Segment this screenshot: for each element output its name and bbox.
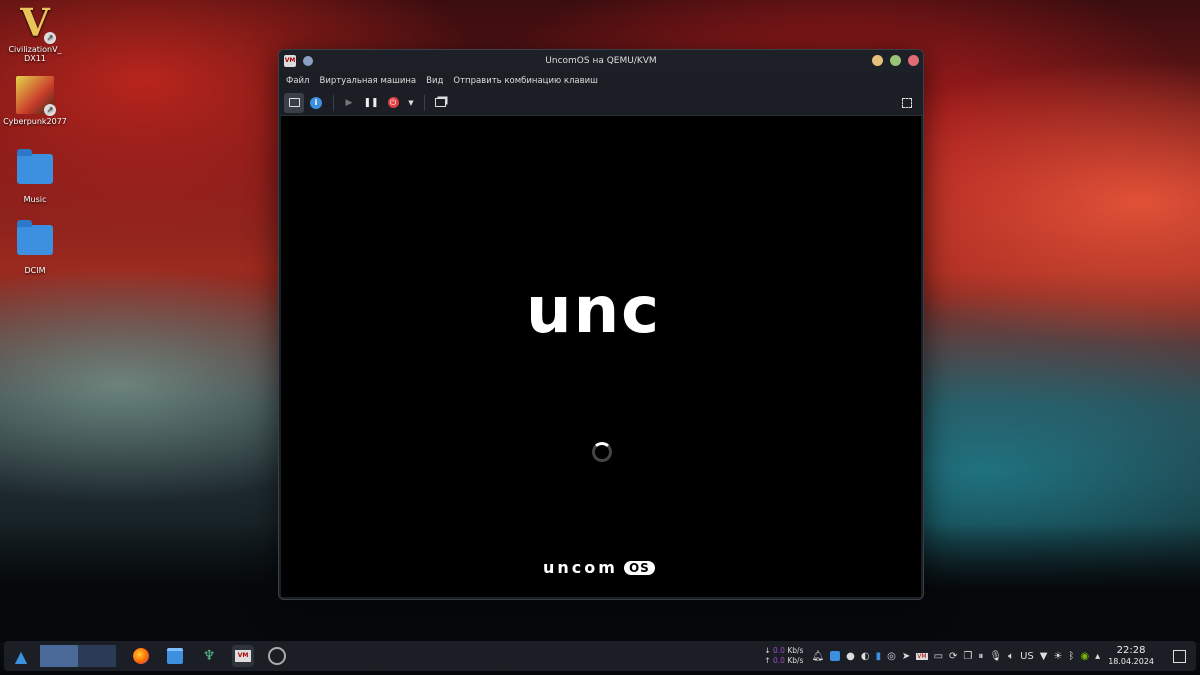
- microphone-icon[interactable]: 🎙︎: [989, 651, 1002, 662]
- pause-button[interactable]: ❚❚: [361, 93, 381, 113]
- details-button[interactable]: i: [306, 93, 326, 113]
- menu-virtual-machine[interactable]: Виртуальная машина: [316, 76, 419, 86]
- terminal-icon[interactable]: ▭: [934, 651, 943, 662]
- tray-circle-icon[interactable]: ◎: [887, 651, 896, 662]
- menu-bar: Файл Виртуальная машина Вид Отправить ко…: [279, 72, 923, 90]
- folder-icon: [16, 149, 54, 192]
- window-titlebar[interactable]: VM UncomOS на QEMU/KVM: [279, 50, 923, 72]
- virt-manager-icon: VM: [235, 650, 251, 662]
- shutdown-menu-button[interactable]: ▼: [405, 93, 417, 113]
- uncom-os-brand: uncom OS: [543, 558, 655, 577]
- upload-value: 0.0: [773, 656, 785, 665]
- digital-clock[interactable]: 22:28 18.04.2024: [1108, 645, 1154, 667]
- task-virt-manager[interactable]: VM: [232, 645, 254, 667]
- shutdown-button[interactable]: ⏻: [383, 93, 403, 113]
- app-launcher-button[interactable]: ▲: [10, 645, 32, 667]
- search-icon[interactable]: ●: [846, 651, 855, 662]
- toolbar-separator: [424, 94, 425, 111]
- upload-speed: ↑ 0.0 Kb/s: [764, 656, 804, 665]
- alien-icon: ♆: [202, 648, 216, 664]
- vm-window[interactable]: VM UncomOS на QEMU/KVM Файл Виртуальная …: [278, 49, 924, 600]
- desktop-1[interactable]: [40, 645, 78, 667]
- arch-logo-icon: ▲: [14, 646, 28, 666]
- tray-virt-manager-icon[interactable]: VM: [916, 652, 928, 660]
- show-desktop-icon: [1172, 649, 1186, 663]
- task-firefox[interactable]: [130, 645, 152, 667]
- snapshot-icon: [434, 98, 446, 107]
- maximize-button[interactable]: [890, 55, 901, 66]
- menu-file[interactable]: Файл: [283, 76, 312, 86]
- pause-icon: ❚❚: [363, 97, 379, 108]
- notifications-icon[interactable]: 🔔︎: [811, 651, 824, 662]
- menu-send-key[interactable]: Отправить комбинацию клавиш: [450, 76, 601, 86]
- virt-manager-icon: VM: [284, 55, 296, 67]
- pin-icon[interactable]: [303, 56, 313, 66]
- desktop-icon-label: CivilizationV_ DX11: [8, 45, 62, 63]
- window-title: UncomOS на QEMU/KVM: [545, 56, 657, 66]
- clock-date: 18.04.2024: [1108, 657, 1154, 666]
- vm-console-screen[interactable]: unc uncom OS: [281, 116, 921, 597]
- tray-leaf-icon[interactable]: ◐: [861, 651, 870, 662]
- toolbar-separator: [333, 94, 334, 111]
- power-icon: ⏻: [387, 97, 399, 108]
- fullscreen-icon: [902, 97, 912, 108]
- clock-time: 22:28: [1116, 645, 1146, 656]
- microphone-blue-icon[interactable]: ▮: [876, 651, 882, 662]
- task-file-manager[interactable]: [164, 645, 186, 667]
- keyboard-layout[interactable]: US: [1020, 651, 1034, 662]
- show-desktop-button[interactable]: [1168, 645, 1190, 667]
- cyberpunk-icon: ↗: [16, 76, 56, 116]
- telegram-icon[interactable]: ➤: [902, 651, 910, 662]
- fullscreen-button[interactable]: [897, 93, 917, 113]
- desktop-icon-civilization[interactable]: V ↗ CivilizationV_ DX11: [2, 4, 68, 64]
- task-alien-app[interactable]: ♆: [198, 645, 220, 667]
- download-unit: Kb/s: [787, 646, 804, 655]
- desktop-icon-dcim[interactable]: DCIM: [2, 219, 68, 275]
- desktop-icon-label: Cyberpunk2077: [3, 117, 67, 126]
- brightness-icon[interactable]: ☀: [1053, 651, 1062, 662]
- toolbar: i ▶ ❚❚ ⏻ ▼: [279, 90, 923, 116]
- menu-view[interactable]: Вид: [423, 76, 446, 86]
- desktop-2[interactable]: [78, 645, 116, 667]
- volume-icon[interactable]: 🔈︎: [1008, 651, 1014, 662]
- tray-app-icon[interactable]: [830, 651, 841, 661]
- brand-badge: OS: [623, 560, 655, 575]
- snapshots-button[interactable]: [430, 93, 450, 113]
- brand-text: uncom: [543, 558, 618, 577]
- nvidia-icon[interactable]: ◉: [1080, 651, 1089, 662]
- wifi-icon[interactable]: ▼: [1040, 651, 1048, 662]
- download-speed: ↓ 0.0 Kb/s: [764, 646, 804, 655]
- chevron-down-icon: ▼: [408, 98, 414, 107]
- info-icon: i: [310, 96, 322, 109]
- firefox-icon: [133, 648, 149, 664]
- close-button[interactable]: [908, 55, 919, 66]
- clipboard-icon[interactable]: ❐: [963, 651, 972, 662]
- run-button[interactable]: ▶: [339, 93, 359, 113]
- system-tray: 🔔︎ ● ◐ ▮ ◎ ➤ VM ▭ ⟳ ❐ ⏸︎ 🎙︎ 🔈︎ US ▼ ☀ ᛒ …: [811, 651, 1100, 662]
- loading-spinner-icon: [592, 442, 612, 462]
- minimize-button[interactable]: [872, 55, 883, 66]
- task-clock-app[interactable]: [266, 645, 288, 667]
- file-manager-icon: [167, 648, 183, 664]
- desktop-icon-label: Music: [23, 195, 47, 204]
- clock-icon: [268, 647, 286, 665]
- media-pause-icon[interactable]: ⏸︎: [978, 651, 983, 662]
- play-icon: ▶: [345, 97, 353, 108]
- upload-unit: Kb/s: [787, 656, 804, 665]
- console-view-button[interactable]: [284, 92, 304, 113]
- taskbar: ▲ ♆ VM ↓ 0.0 Kb/s ↑ 0.0 Kb/s 🔔︎ ● ◐ ▮ ◎ …: [4, 641, 1196, 671]
- virtual-desktop-pager: [40, 645, 116, 667]
- folder-icon: [16, 220, 54, 263]
- desktop-icon-cyberpunk[interactable]: ↗ Cyberpunk2077: [2, 76, 68, 126]
- desktop-icon-music[interactable]: Music: [2, 148, 68, 204]
- civilization-icon: V ↗: [16, 4, 56, 44]
- monitor-icon: [288, 98, 300, 107]
- desktop-icon-label: DCIM: [24, 266, 46, 275]
- sync-icon[interactable]: ⟳: [949, 651, 957, 662]
- tray-expand-icon[interactable]: ▴: [1095, 651, 1100, 662]
- uncom-logo: unc: [526, 274, 662, 348]
- download-value: 0.0: [773, 646, 785, 655]
- bluetooth-icon[interactable]: ᛒ: [1068, 651, 1074, 662]
- network-speed: ↓ 0.0 Kb/s ↑ 0.0 Kb/s: [764, 646, 803, 666]
